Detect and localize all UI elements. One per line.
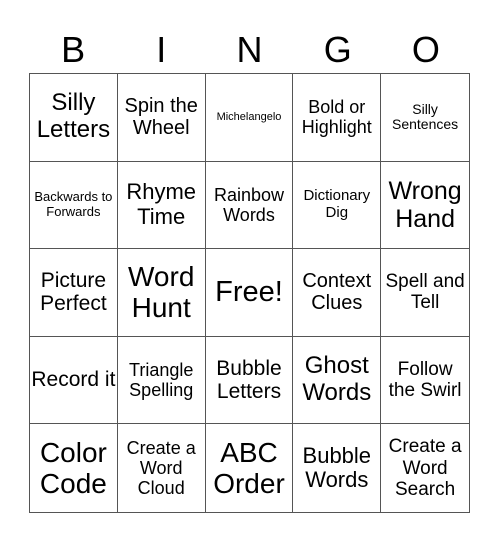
bingo-cell-label: Word Hunt (128, 261, 195, 324)
bingo-cell[interactable]: Word Hunt (117, 249, 206, 337)
bingo-cell[interactable]: Bubble Words (293, 424, 382, 512)
bingo-cell-label: Context Clues (302, 270, 372, 315)
bingo-cell[interactable]: Dictionary Dig (293, 161, 382, 250)
bingo-cell-label: Rhyme Time (126, 179, 197, 229)
bingo-cell[interactable]: Color Code (30, 424, 118, 512)
bingo-cell[interactable]: Silly Sentences (381, 74, 469, 162)
bingo-cell-label: Triangle Spelling (129, 359, 194, 401)
bingo-header: B I N G O (29, 28, 470, 72)
bingo-cell[interactable]: Record it (30, 336, 118, 425)
header-letter-o: O (411, 29, 440, 70)
bingo-cell-label: Color Code (39, 436, 107, 500)
header-letter-i: I (156, 29, 167, 70)
bingo-cell-label: Free! (215, 276, 283, 309)
bingo-cell-label: Silly Sentences (392, 100, 459, 133)
bingo-cell[interactable]: Spell and Tell (381, 249, 469, 337)
bingo-cell-label: Ghost Words (302, 352, 372, 407)
bingo-cell-label: Rainbow Words (213, 184, 285, 225)
bingo-cell-label: Spell and Tell (385, 271, 465, 314)
bingo-cell-label: Bold or Highlight (301, 97, 372, 138)
bingo-cell-label: Spin the Wheel (124, 94, 198, 140)
bingo-cell[interactable]: Wrong Hand (381, 162, 469, 250)
bingo-cell[interactable]: Create a Word Cloud (118, 424, 206, 512)
bingo-cell-label: Wrong Hand (388, 176, 462, 233)
bingo-cell[interactable]: Follow the Swirl (381, 337, 469, 425)
bingo-cell[interactable]: Rainbow Words (205, 161, 294, 250)
bingo-cell[interactable]: Context Clues (293, 249, 382, 337)
bingo-cell-label: Picture Perfect (40, 268, 107, 316)
bingo-cell[interactable]: Bold or Highlight (293, 74, 382, 162)
bingo-cell-label: Create a Word Cloud (126, 437, 196, 499)
bingo-cell-label: Dictionary Dig (303, 187, 371, 221)
bingo-cell[interactable]: Ghost Words (293, 336, 382, 425)
bingo-cell-label: Michelangelo (216, 111, 282, 124)
header-letter-g: G (323, 29, 352, 70)
bingo-cell-label: Backwards to Forwards (34, 189, 113, 219)
bingo-cell-label: Create a Word Search (388, 436, 462, 500)
bingo-cell-label: Record it (31, 368, 116, 392)
bingo-cell[interactable]: Bubble Letters (205, 336, 294, 425)
bingo-cell[interactable]: ABC Order (206, 424, 294, 512)
bingo-cell-label: Silly Letters (36, 89, 111, 144)
header-letter-n: N (236, 29, 263, 70)
header-letter-b: B (61, 29, 86, 70)
bingo-cell[interactable]: Michelangelo (205, 74, 294, 162)
bingo-cell[interactable]: Rhyme Time (117, 161, 206, 250)
bingo-cell-label: Follow the Swirl (388, 358, 462, 402)
bingo-cell[interactable]: Spin the Wheel (117, 74, 206, 162)
bingo-cell[interactable]: Create a Word Search (381, 424, 469, 512)
bingo-grid: Silly Letters Spin the Wheel Michelangelo B… (29, 73, 470, 513)
bingo-cell-label: ABC Order (213, 436, 285, 500)
bingo-cell-label: Bubble Words (302, 442, 372, 493)
bingo-cell[interactable]: Silly Letters (30, 74, 118, 162)
bingo-cell[interactable]: Triangle Spelling (117, 336, 206, 425)
bingo-cell[interactable]: Picture Perfect (30, 249, 118, 337)
bingo-cell-label: Bubble Letters (216, 356, 282, 404)
bingo-cell-free[interactable]: Free! (205, 249, 294, 337)
bingo-cell[interactable]: Backwards to Forwards (30, 161, 118, 250)
